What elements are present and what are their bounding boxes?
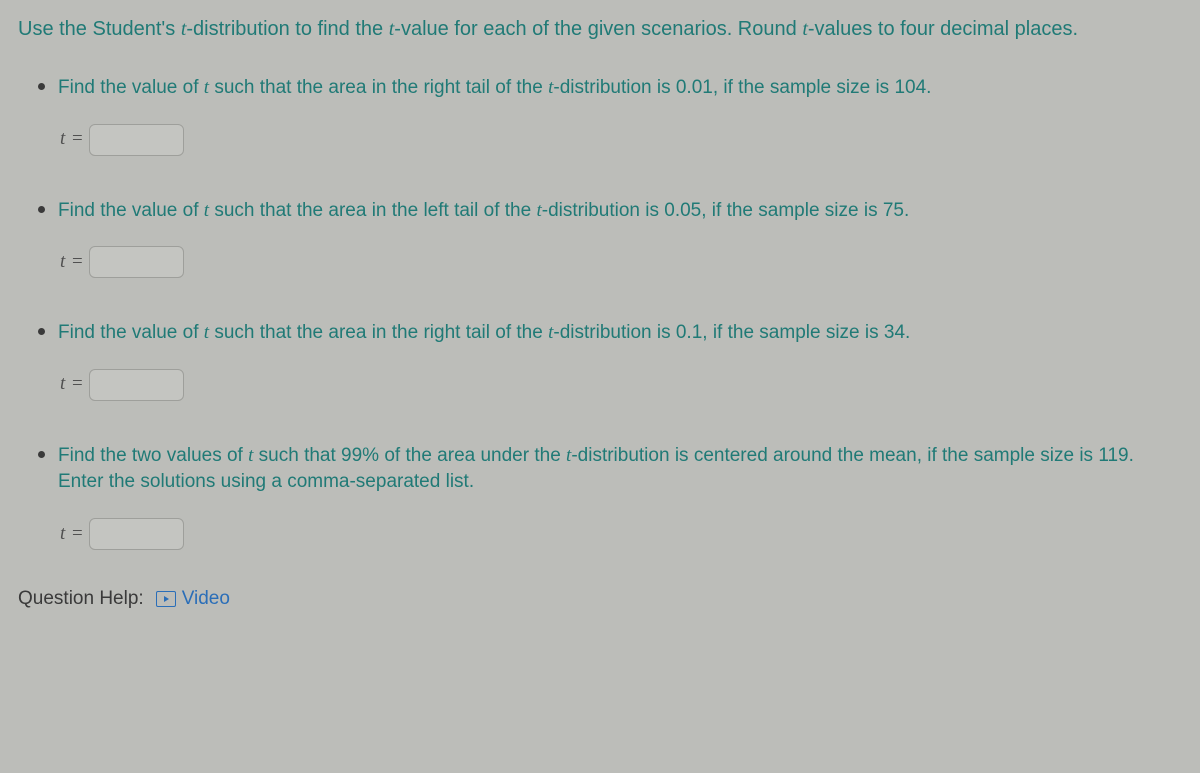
question-text: -distribution is 0.1, if the sample size… bbox=[553, 322, 910, 343]
answer-label: t = bbox=[60, 371, 83, 398]
answer-label: t = bbox=[60, 249, 83, 276]
question-help-row: Question Help: Video bbox=[18, 588, 1182, 610]
question-intro: Use the Student's t-distribution to find… bbox=[18, 15, 1138, 43]
answer-label: t = bbox=[60, 521, 83, 548]
question-text: such that 99% of the area under the bbox=[253, 445, 566, 466]
answer-row-3: t = bbox=[60, 369, 1148, 401]
question-text: such that the area in the right tail of … bbox=[209, 77, 548, 98]
answer-row-1: t = bbox=[60, 124, 1148, 156]
question-text: Find the value of bbox=[58, 77, 204, 98]
question-text: Find the value of bbox=[58, 200, 204, 221]
question-page: Use the Student's t-distribution to find… bbox=[0, 0, 1200, 773]
answer-input-4[interactable] bbox=[89, 518, 184, 550]
help-video-label: Video bbox=[182, 588, 230, 610]
answer-row-4: t = bbox=[60, 518, 1148, 550]
question-item-4: Find the two values of t such that 99% o… bbox=[58, 439, 1148, 550]
question-text: Find the two values of bbox=[58, 445, 248, 466]
answer-input-1[interactable] bbox=[89, 124, 184, 156]
question-text: such that the area in the left tail of t… bbox=[209, 200, 536, 221]
answer-label: t = bbox=[60, 126, 83, 153]
intro-text: -values to four decimal places. bbox=[808, 18, 1078, 40]
question-item-2: Find the value of t such that the area i… bbox=[58, 194, 1148, 279]
help-video-link[interactable]: Video bbox=[156, 588, 230, 610]
question-item-3: Find the value of t such that the area i… bbox=[58, 316, 1148, 401]
intro-text: Use the Student's bbox=[18, 18, 181, 40]
question-text: Find the value of bbox=[58, 322, 204, 343]
question-text: -distribution is 0.05, if the sample siz… bbox=[542, 200, 910, 221]
question-text: -distribution is 0.01, if the sample siz… bbox=[553, 77, 931, 98]
help-label: Question Help: bbox=[18, 588, 144, 610]
question-list: Find the value of t such that the area i… bbox=[58, 71, 1182, 550]
video-icon bbox=[156, 591, 176, 607]
answer-input-2[interactable] bbox=[89, 246, 184, 278]
question-text: such that the area in the right tail of … bbox=[209, 322, 548, 343]
question-item-1: Find the value of t such that the area i… bbox=[58, 71, 1148, 156]
intro-text: -distribution to find the bbox=[186, 18, 388, 40]
answer-row-2: t = bbox=[60, 246, 1148, 278]
intro-text: -value for each of the given scenarios. … bbox=[394, 18, 802, 40]
answer-input-3[interactable] bbox=[89, 369, 184, 401]
